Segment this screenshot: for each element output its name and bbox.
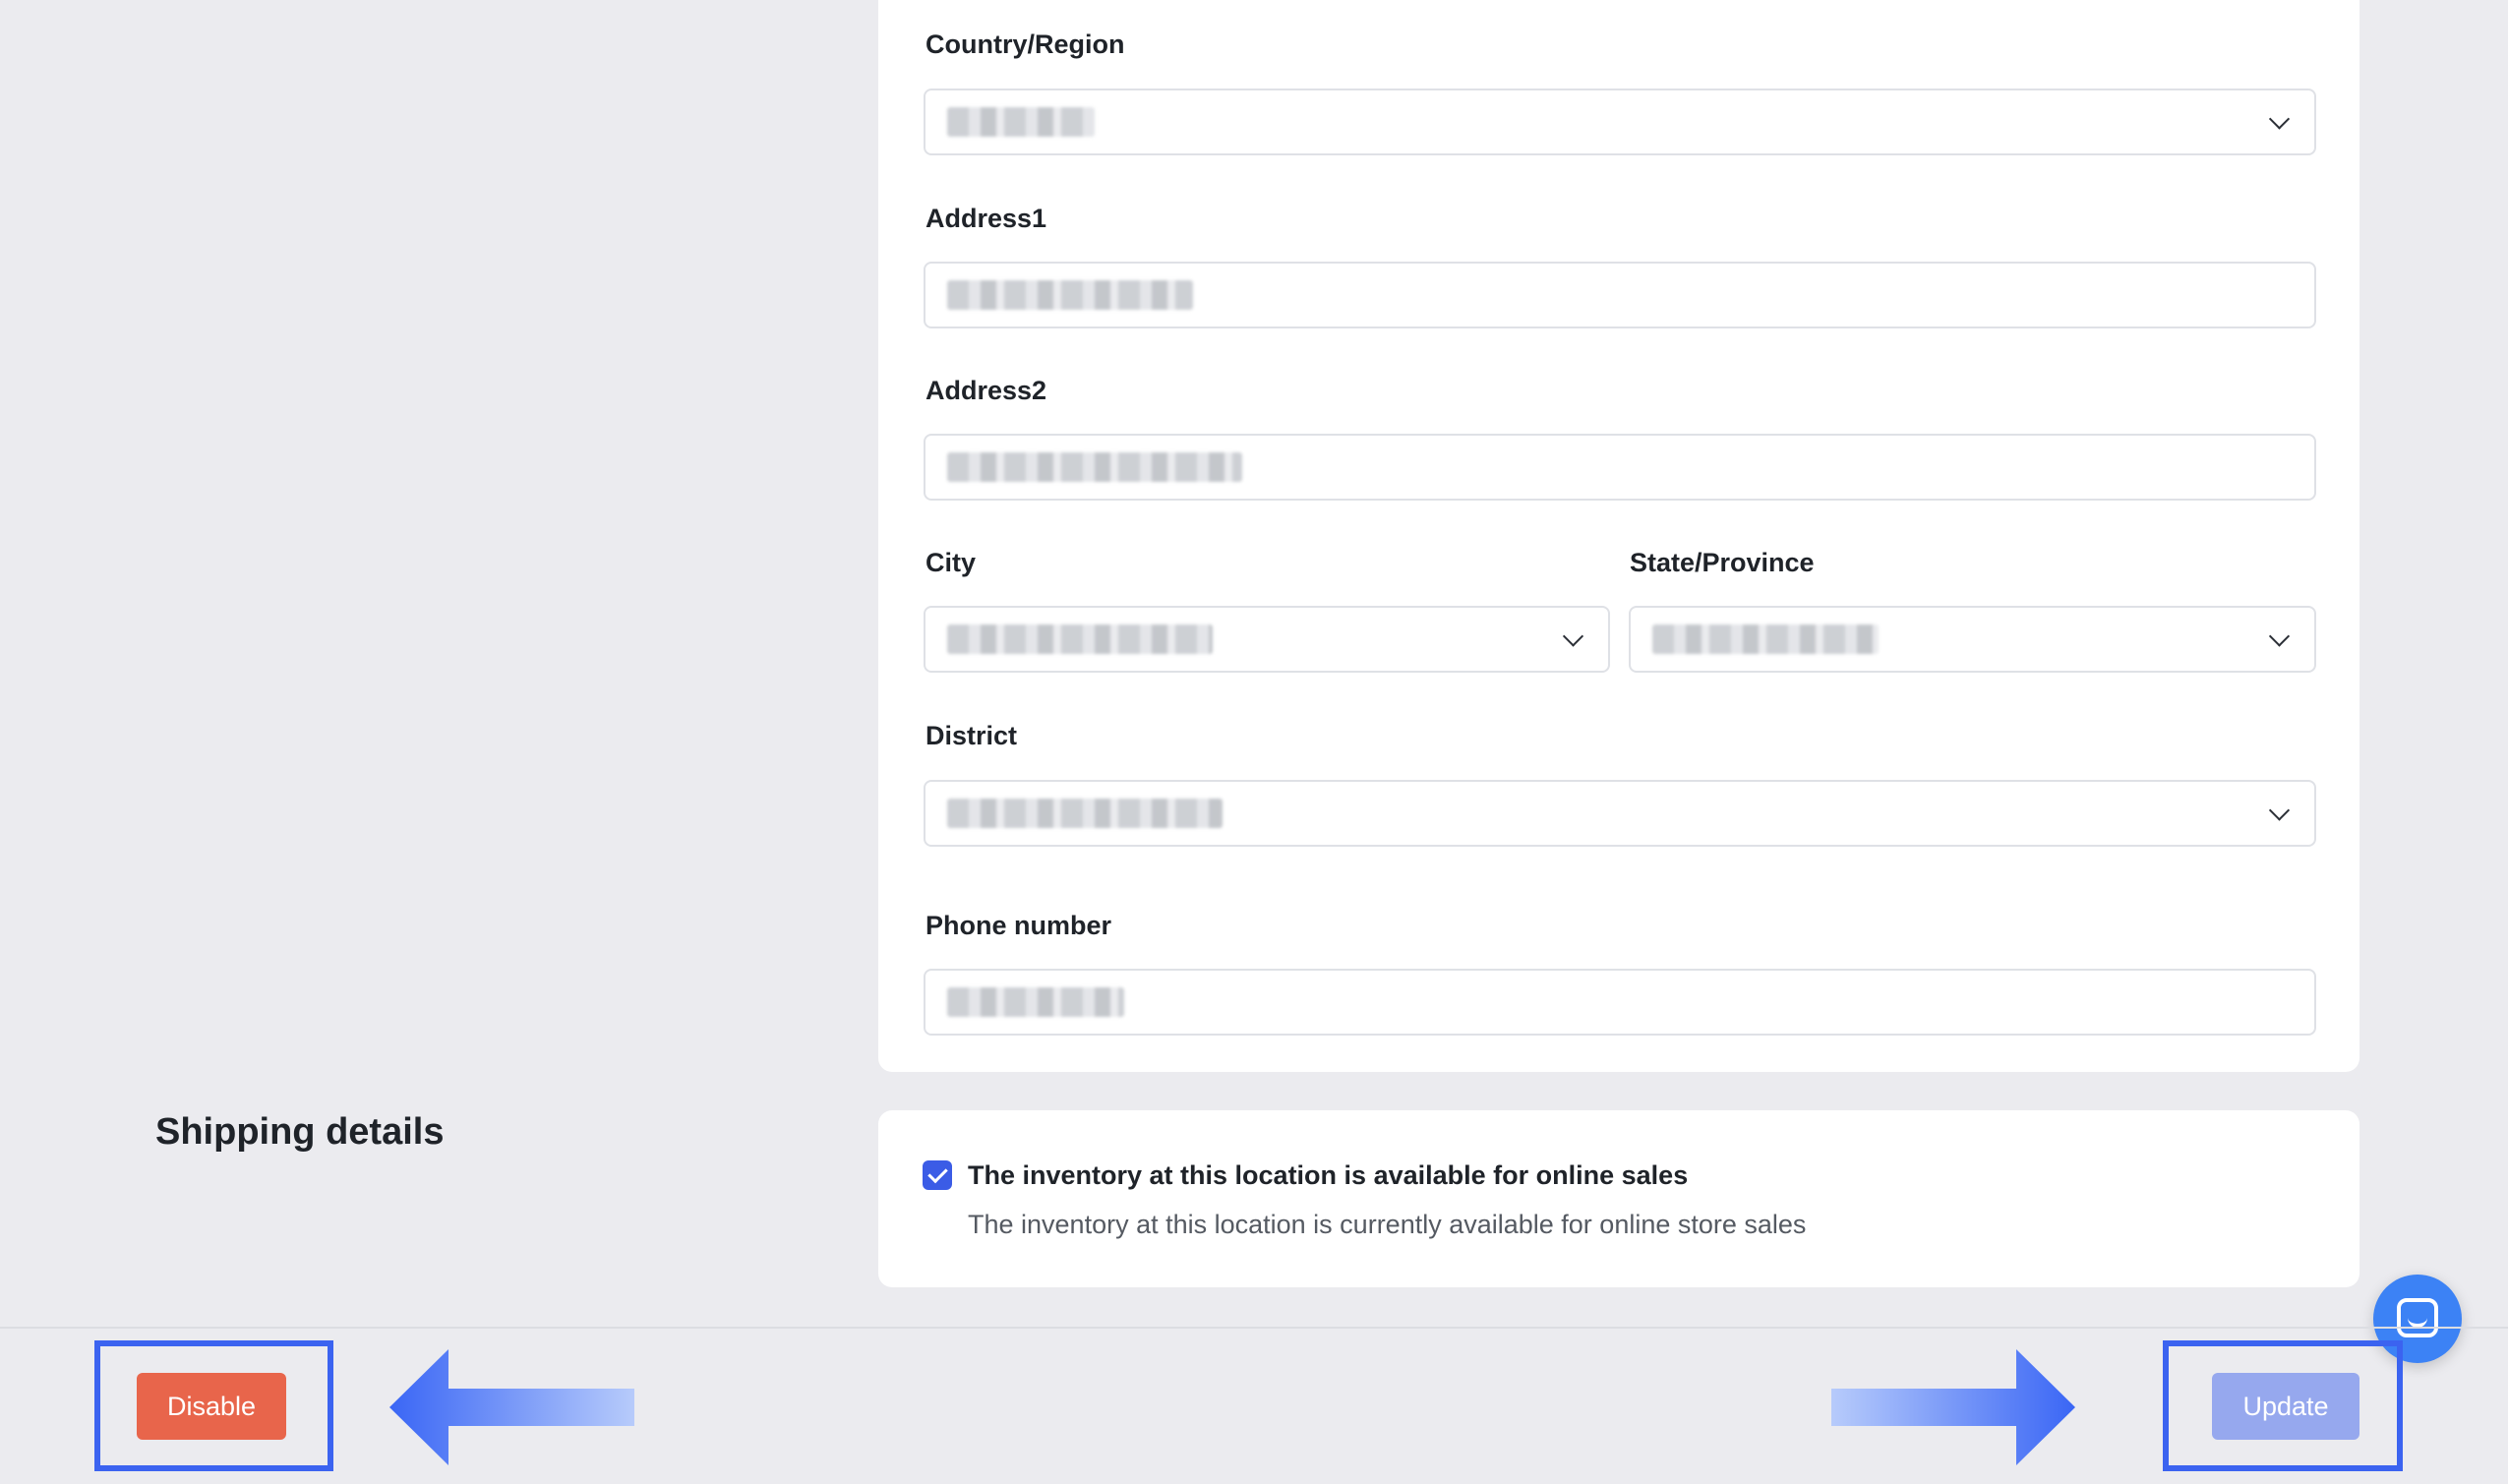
online-sales-checkbox-label: The inventory at this location is availa… [968,1160,1689,1190]
city-value-redacted [947,624,1213,654]
arrow-left-icon [389,1349,634,1465]
country-region-value-redacted [947,107,1095,137]
address1-value-redacted [947,280,1193,310]
update-button[interactable]: Update [2212,1373,2359,1440]
country-region-select[interactable] [924,89,2316,155]
chevron-down-icon [2268,800,2291,821]
country-region-label: Country/Region [926,30,1125,59]
state-province-select[interactable] [1629,606,2316,673]
address2-input[interactable] [924,434,2316,501]
phone-number-input[interactable] [924,969,2316,1036]
city-label: City [926,548,977,577]
district-select[interactable] [924,780,2316,847]
phone-number-label: Phone number [926,911,1112,940]
phone-number-value-redacted [947,987,1124,1017]
disable-button[interactable]: Disable [137,1373,286,1440]
address1-input[interactable] [924,262,2316,328]
online-sales-checkbox[interactable] [923,1160,952,1190]
chevron-down-icon [1562,625,1584,647]
footer-divider [0,1327,2508,1329]
state-province-value-redacted [1652,624,1879,654]
shipping-card [878,1110,2359,1287]
chevron-down-icon [2268,108,2291,130]
district-value-redacted [947,799,1223,828]
arrow-right-icon [1831,1349,2075,1465]
chat-icon [2397,1298,2438,1337]
address2-label: Address2 [926,376,1047,405]
state-province-label: State/Province [1630,548,1815,577]
shipping-details-title: Shipping details [155,1111,445,1153]
chevron-down-icon [2268,625,2291,647]
online-sales-description: The inventory at this location is curren… [968,1210,1807,1239]
city-select[interactable] [924,606,1610,673]
address2-value-redacted [947,452,1242,482]
district-label: District [926,721,1018,750]
address1-label: Address1 [926,204,1047,233]
